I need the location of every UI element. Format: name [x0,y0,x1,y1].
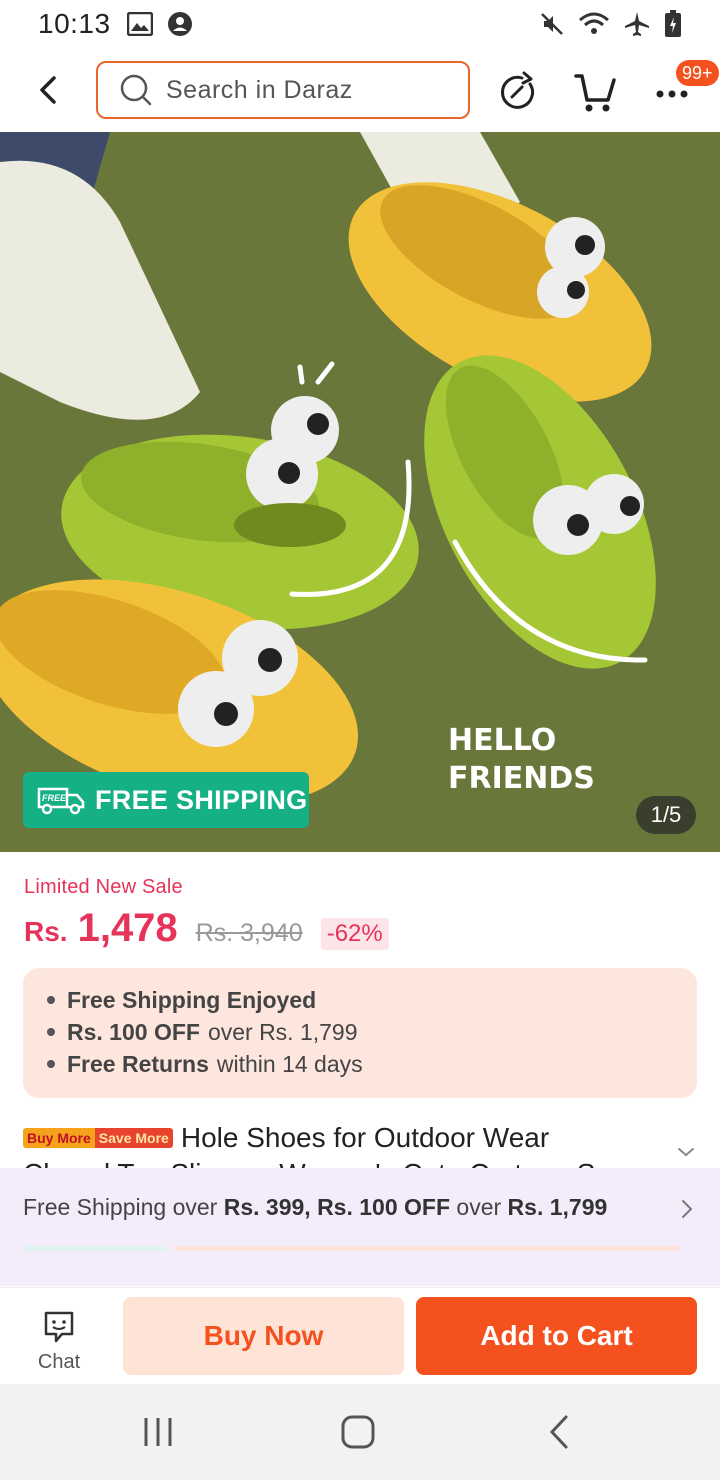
battery-icon [665,10,681,37]
buy-now-button[interactable]: Buy Now [123,1297,404,1375]
search-placeholder: Search in Daraz [166,75,353,104]
image-text-hello: HELLO [448,723,557,758]
chevron-right-icon [682,1200,693,1218]
free-shipping-label: FREE SHIPPING [95,784,308,815]
shipping-offer-text: Free Shipping over Rs. 399, Rs. 100 OFF … [23,1194,608,1220]
discount-badge: -62% [320,918,389,950]
image-counter: 1/5 [636,796,696,834]
sale-label: Limited New Sale [24,876,183,898]
expand-chevron-icon[interactable] [676,1142,696,1162]
cart-count-badge: 99+ [676,60,719,86]
promo-item: Free Returns within 14 days [47,1048,697,1080]
search-input[interactable]: Search in Daraz [96,61,470,119]
free-shipping-badge: FREE FREE SHIPPING [23,772,309,828]
status-time: 10:13 [38,8,111,39]
cart-icon [574,74,616,112]
progress-bar-segment [23,1246,166,1251]
share-button[interactable] [496,70,540,114]
account-icon [167,12,192,36]
share-icon [501,71,535,109]
price-currency: Rs. [24,916,68,947]
product-title-line1: Hole Shoes for Outdoor Wear [180,1122,550,1153]
recent-apps-icon[interactable] [138,1412,178,1452]
gallery-icon [126,12,153,36]
back-arrow-icon [40,76,56,104]
top-nav: Search in Daraz 99+ [0,52,720,130]
product-photo [0,132,720,852]
mute-icon [541,13,563,35]
system-back-icon[interactable] [540,1412,580,1452]
product-image-carousel[interactable]: HELLO FRIENDS FREE FREE SHIPPING 1/5 [0,132,720,852]
search-icon [120,74,152,106]
promo-benefits: Free Shipping Enjoyed Rs. 100 OFF over Rs… [23,968,697,1098]
image-overlay-text: HELLO FRIENDS [448,722,595,798]
progress-bar-segment [174,1246,680,1251]
buy-more-tag: Buy More [23,1128,95,1148]
chat-icon [44,1311,74,1343]
chat-button[interactable]: Chat [22,1310,96,1374]
bottom-action-bar: Chat Buy Now Add to Cart [0,1287,720,1384]
promo-item: Free Shipping Enjoyed [47,984,697,1016]
cart-button[interactable] [572,68,618,114]
free-mini-label: FREE [42,793,67,803]
status-bar: 10:13 [0,0,720,48]
chat-label: Chat [37,1351,81,1373]
original-price: Rs. 3,940 [195,919,303,947]
product-title[interactable]: Buy More Save More Hole Shoes for Outdoor … [23,1120,673,1168]
back-button[interactable] [30,72,66,108]
product-title-line2: Closed Toe Slippers Women's Cute Cartoon… [23,1156,673,1168]
add-to-cart-button[interactable]: Add to Cart [416,1297,697,1375]
image-text-friends: FRIENDS [448,761,595,796]
home-icon[interactable] [338,1412,378,1452]
wifi-icon [579,12,609,34]
save-more-tag: Save More [94,1128,173,1148]
current-price: 1,478 [77,906,178,950]
system-nav-bar [0,1384,720,1480]
airplane-icon [625,12,649,36]
delivery-truck-icon: FREE [37,787,85,815]
shipping-offer-strip[interactable]: Free Shipping over Rs. 399, Rs. 100 OFF … [0,1168,720,1286]
promo-item: Rs. 100 OFF over Rs. 1,799 [47,1016,697,1048]
price-row: Rs. 1,478 Rs. 3,940 -62% [24,906,389,951]
